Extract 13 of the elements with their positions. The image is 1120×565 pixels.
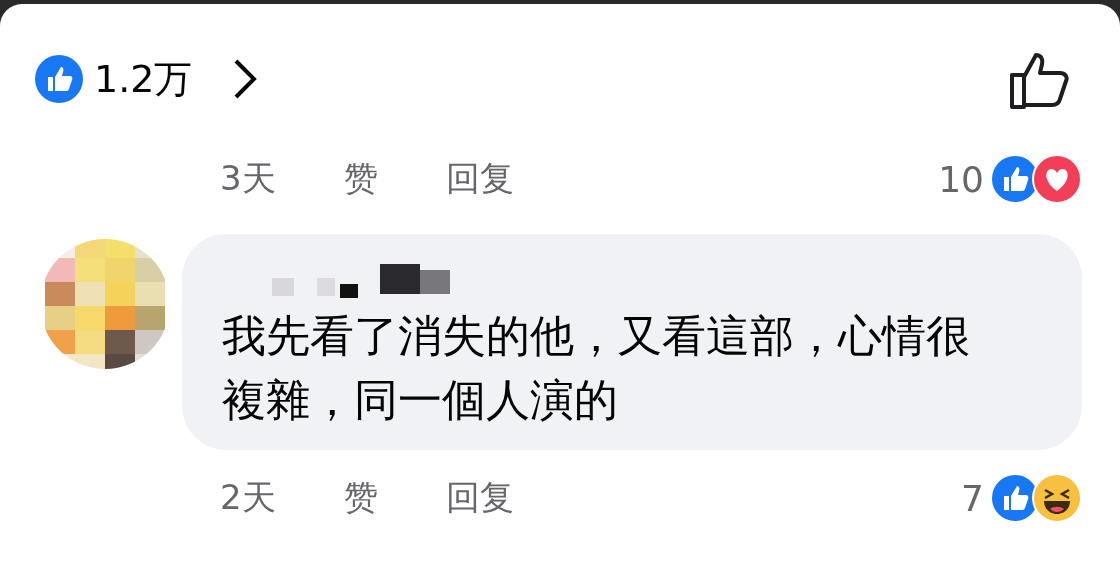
comment-time: 3天: [220, 157, 276, 200]
like-link[interactable]: 赞: [343, 156, 378, 202]
comment-text: 我先看了消失的他，又看這部，心情很複雜，同一個人演的: [222, 309, 971, 427]
comment-time: 2天: [220, 476, 276, 519]
love-reaction-icon: [1032, 154, 1082, 204]
like-icon: [34, 54, 84, 104]
laughing-face-icon: [1032, 473, 1082, 523]
reaction-count: 10: [938, 158, 984, 200]
like-link[interactable]: 赞: [343, 475, 378, 521]
reply-link[interactable]: 回复: [445, 156, 514, 202]
reaction-total: 1.2万: [94, 55, 193, 103]
reaction-count: 7: [961, 477, 984, 519]
reply-link[interactable]: 回复: [445, 475, 514, 521]
